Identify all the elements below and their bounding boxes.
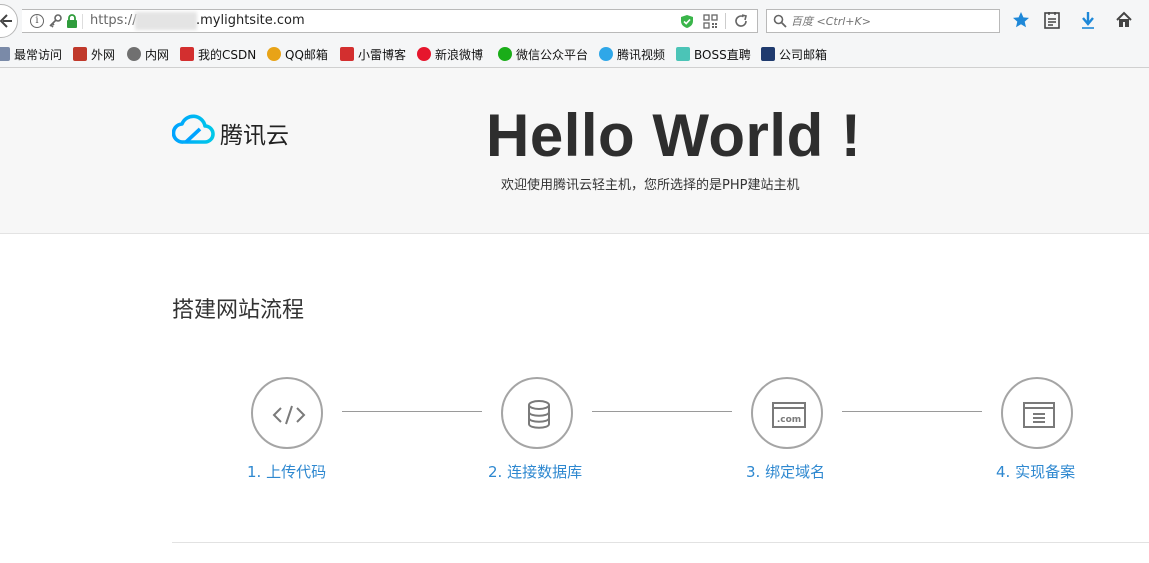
database-icon [528,400,550,429]
hero-title: Hello World ! [486,102,862,169]
home-icon[interactable] [1115,11,1133,29]
external-net-icon [73,47,87,61]
step-connector [592,411,732,412]
search-bar[interactable] [766,9,1000,33]
step-2-circle[interactable] [501,377,573,449]
bookmark-my-csdn[interactable]: 我的CSDN [180,46,256,64]
url-scheme[interactable]: https:// [90,13,137,28]
code-icon [272,405,306,425]
shield-icon[interactable] [680,14,694,29]
wechat-icon [498,47,512,61]
section-title: 搭建网站流程 [172,298,305,323]
key-icon[interactable] [48,14,62,28]
bookmark-label: 小雷博客 [358,48,407,62]
step-2-label[interactable]: 2. 连接数据库 [488,461,582,482]
step-3-label[interactable]: 3. 绑定域名 [746,461,825,482]
search-input[interactable] [791,12,991,30]
browser-toolbar: i https:// .mylightsite.com [0,0,1149,42]
bookmark-tencent-video[interactable]: 腾讯视频 [599,46,665,64]
domain-icon: .com [772,402,806,428]
bookmark-qq-mail[interactable]: QQ邮箱 [267,46,328,64]
section-divider [172,542,1149,543]
info-icon[interactable]: i [30,14,44,28]
bookmark-label: 最常访问 [14,48,63,62]
bookmark-company-mail[interactable]: 公司邮箱 [761,46,827,64]
company-mail-icon [761,47,775,61]
reading-list-icon[interactable] [1044,11,1060,29]
lock-icon[interactable] [66,14,78,28]
bookmark-label: BOSS直聘 [694,48,751,62]
bookmark-intranet[interactable]: 内网 [127,46,169,64]
bookmarks-bar: 最常访问 外网 内网 我的CSDN QQ邮箱 小雷博客 新浪微博 微信公众平台 … [0,42,1149,68]
bookmark-label: 微信公众平台 [516,48,589,62]
video-play-icon [599,47,613,61]
cloud-logo-icon [172,114,215,144]
bookmark-label: 腾讯视频 [617,48,666,62]
bookmark-label: 新浪微博 [435,48,484,62]
bookmark-boss-zhipin[interactable]: BOSS直聘 [676,46,751,64]
bookmark-wechat-platform[interactable]: 微信公众平台 [498,46,588,64]
url-redacted [135,12,197,30]
bookmark-label: QQ邮箱 [285,48,328,62]
step-4-label[interactable]: 4. 实现备案 [996,461,1075,482]
bookmark-sina-weibo[interactable]: 新浪微博 [417,46,483,64]
hero-banner: 腾讯云 Hello World ! 欢迎使用腾讯云轻主机，您所选择的是PHP建站… [0,68,1149,234]
weibo-icon [417,47,431,61]
svg-text:.com: .com [777,415,801,425]
bookmark-external-net[interactable]: 外网 [73,46,115,64]
step-connector [342,411,482,412]
logo-text: 腾讯云 [220,123,289,149]
step-connector [842,411,982,412]
bookmark-label: 公司邮箱 [779,48,828,62]
search-icon [773,14,787,28]
record-icon [1023,402,1055,428]
back-button[interactable] [0,4,18,38]
hero-subtitle: 欢迎使用腾讯云轻主机，您所选择的是PHP建站主机 [501,178,800,193]
qq-mail-icon [267,47,281,61]
bookmark-star-icon[interactable] [1012,11,1030,29]
download-icon[interactable] [1080,11,1096,29]
step-4-circle[interactable] [1001,377,1073,449]
url-separator [82,14,83,29]
boss-icon [676,47,690,61]
bookmark-most-visited[interactable]: 最常访问 [0,46,62,64]
folder-icon [0,47,10,61]
step-3-circle[interactable]: .com [751,377,823,449]
qr-code-icon[interactable] [703,14,718,29]
bookmark-label: 我的CSDN [198,48,257,62]
url-host[interactable]: .mylightsite.com [196,13,305,28]
url-bar[interactable]: i https:// .mylightsite.com [22,9,758,33]
arrow-left-icon [0,14,12,28]
url-bar-separator [725,13,726,29]
bookmark-xiaolei-blog[interactable]: 小雷博客 [340,46,406,64]
step-1-label[interactable]: 1. 上传代码 [247,461,326,482]
bookmark-label: 内网 [145,48,170,62]
bookmark-label: 外网 [91,48,116,62]
csdn-icon [180,47,194,61]
step-1-circle[interactable] [251,377,323,449]
globe-icon [127,47,141,61]
reload-icon[interactable] [734,14,748,28]
csdn-icon [340,47,354,61]
